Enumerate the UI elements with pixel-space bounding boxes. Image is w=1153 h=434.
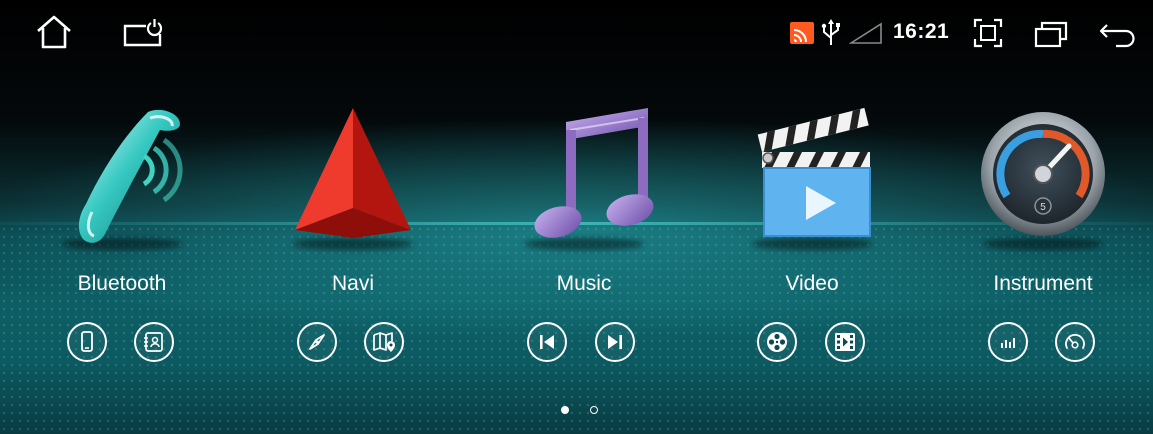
launcher-screen: 16:21 Bluetooth Navi Music Video 5 Instr…	[0, 0, 1153, 434]
svg-text:5: 5	[1040, 202, 1046, 213]
page-indicator-inactive[interactable]	[590, 406, 598, 414]
phone-icon	[81, 331, 93, 352]
screen-power-icon[interactable]	[122, 18, 164, 48]
app-video[interactable]: Video	[722, 100, 902, 320]
video-file-button[interactable]	[825, 322, 865, 362]
app-label: Bluetooth	[77, 272, 167, 295]
equalizer-icon	[1001, 338, 1015, 348]
speedometer-icon	[1065, 334, 1085, 349]
video-reel-button[interactable]	[757, 322, 797, 362]
back-icon[interactable]	[1098, 20, 1138, 48]
instrument-speedometer-button[interactable]	[1055, 322, 1095, 362]
music-note-icon	[534, 108, 654, 238]
clapperboard-icon	[757, 107, 871, 237]
app-music[interactable]: Music	[494, 100, 674, 320]
signal-icon	[849, 22, 882, 44]
bluetooth-phone-button[interactable]	[67, 322, 107, 362]
screenshot-icon[interactable]	[973, 18, 1003, 48]
film-reel-icon	[767, 332, 787, 352]
music-next-button[interactable]	[595, 322, 635, 362]
app-label: Music	[556, 272, 612, 295]
music-previous-button[interactable]	[527, 322, 567, 362]
cast-icon	[790, 22, 814, 44]
navi-map-button[interactable]	[364, 322, 404, 362]
phone-handset-icon	[78, 109, 183, 243]
gauge-icon: 5	[981, 112, 1105, 236]
navi-compass-button[interactable]	[297, 322, 337, 362]
app-label: Instrument	[993, 272, 1093, 295]
recent-apps-icon[interactable]	[1034, 20, 1068, 48]
app-instrument[interactable]: 5 Instrument	[953, 100, 1133, 320]
usb-icon	[821, 19, 840, 45]
contacts-icon	[144, 332, 163, 352]
bluetooth-contacts-button[interactable]	[134, 322, 174, 362]
app-navi[interactable]: Navi	[263, 100, 443, 320]
app-label: Video	[785, 272, 839, 295]
app-bluetooth[interactable]: Bluetooth	[32, 100, 212, 320]
instrument-equalizer-button[interactable]	[988, 322, 1028, 362]
status-clock: 16:21	[893, 20, 950, 43]
navigation-arrow-icon	[295, 108, 411, 238]
page-indicator-active[interactable]	[561, 406, 569, 414]
previous-track-icon	[540, 335, 554, 349]
video-file-icon	[835, 333, 855, 351]
compass-icon	[309, 334, 325, 350]
home-icon[interactable]	[34, 14, 74, 50]
app-label: Navi	[331, 272, 374, 295]
next-track-icon	[608, 335, 622, 349]
map-icon	[373, 332, 395, 352]
